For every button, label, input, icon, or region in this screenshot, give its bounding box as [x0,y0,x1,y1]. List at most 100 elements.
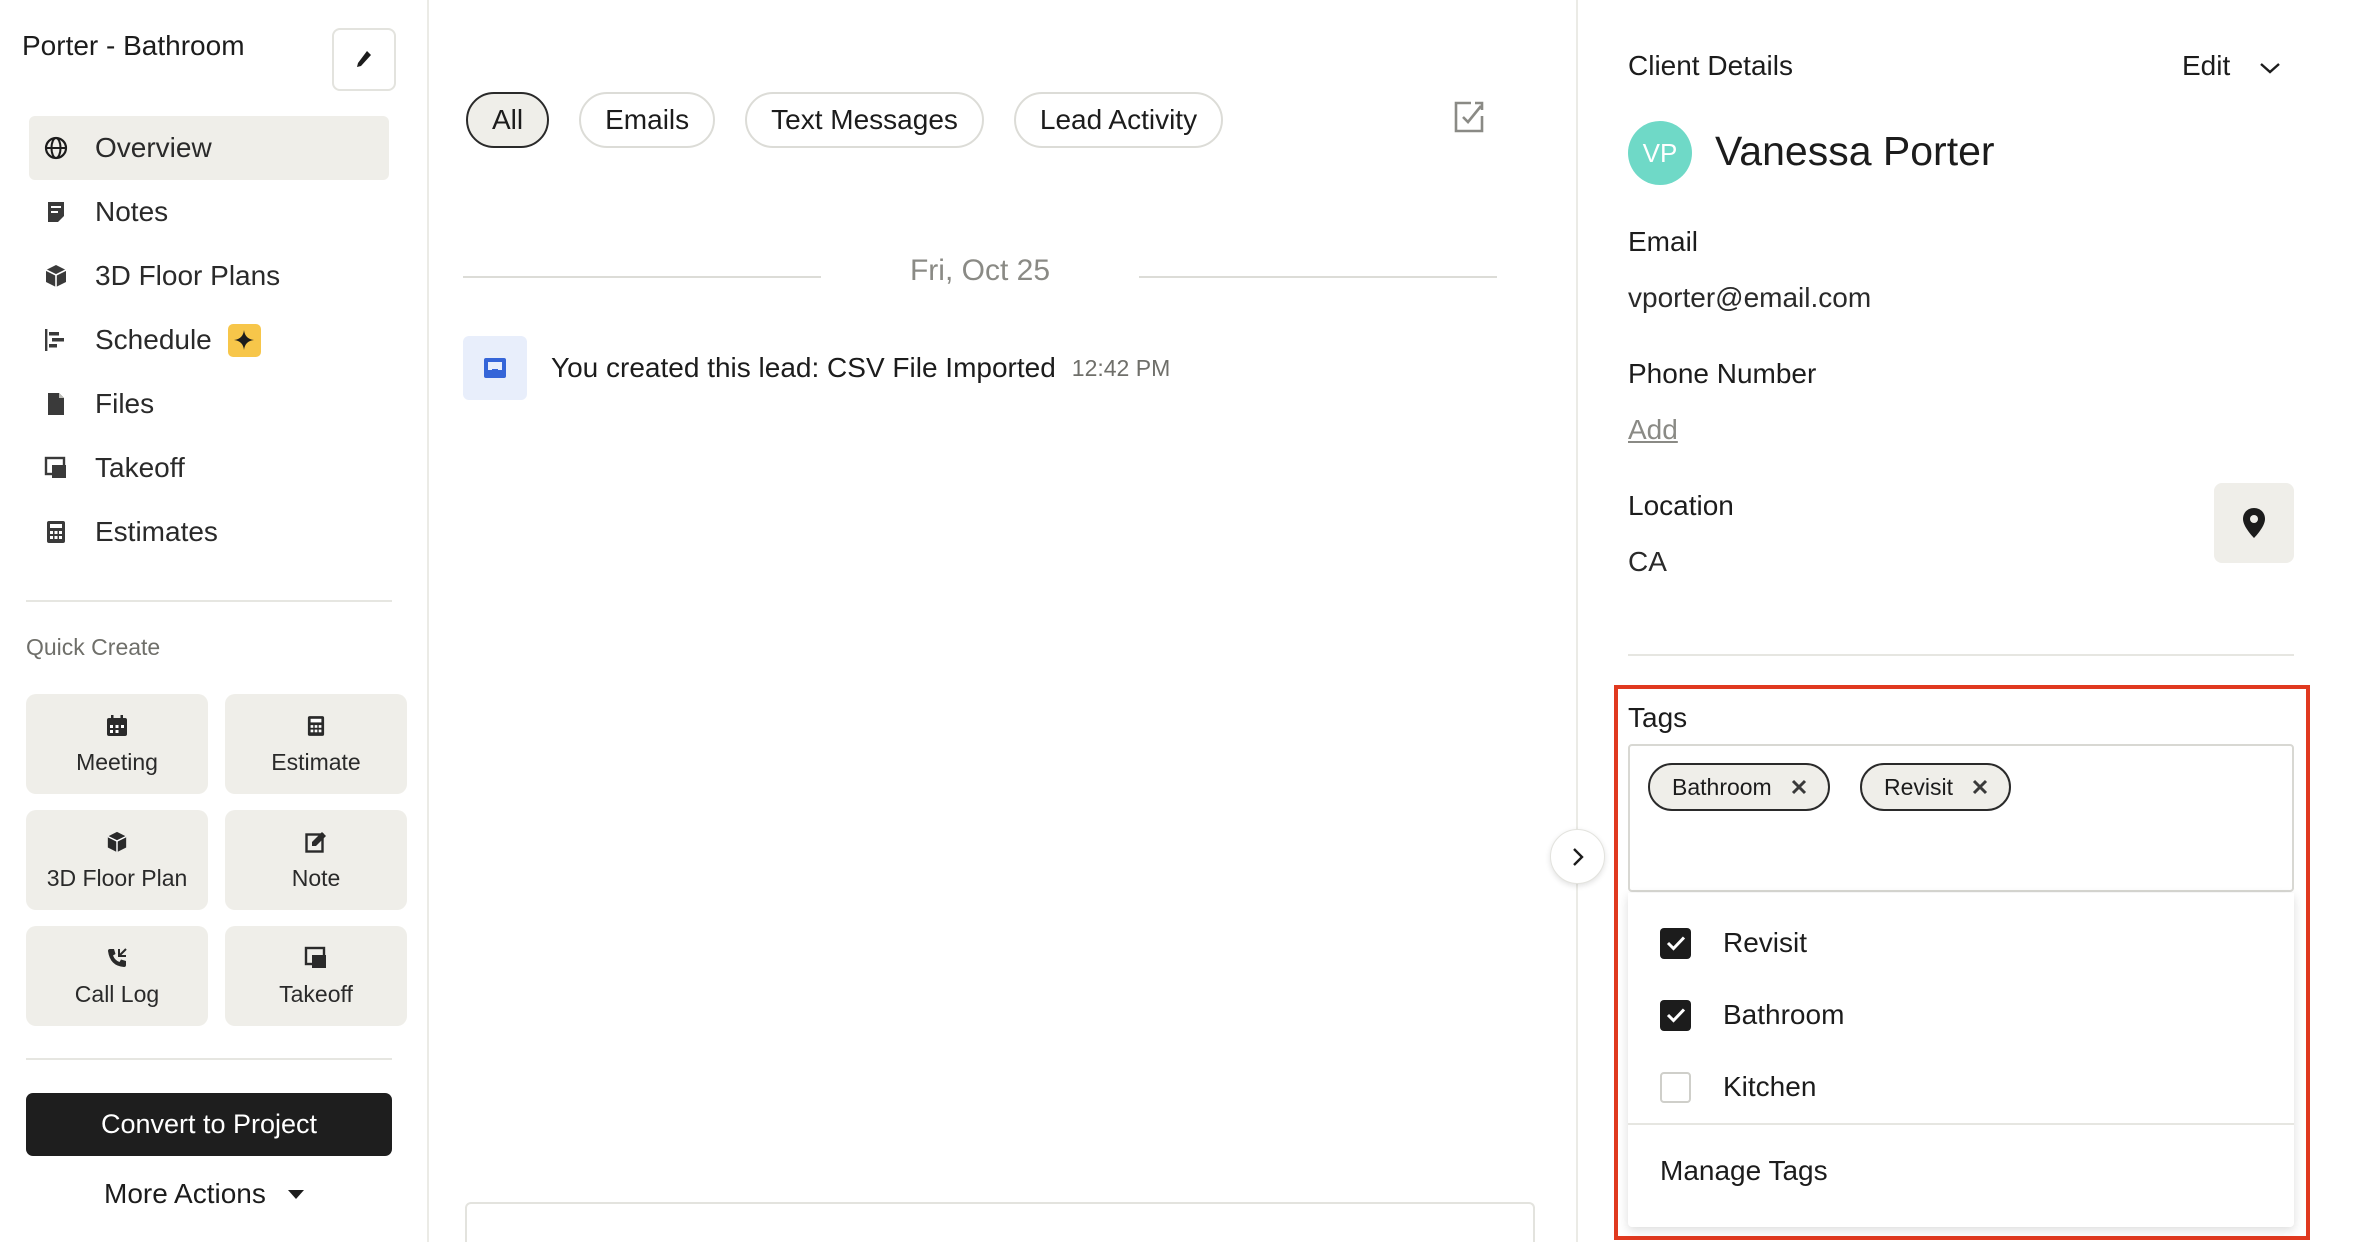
date-separator: Fri, Oct 25 [463,252,1497,292]
location-value: CA [1628,546,1667,577]
tag-chip-label: Bathroom [1672,773,1772,800]
more-actions-label: More Actions [104,1178,266,1209]
checkbox-checked[interactable] [1660,999,1691,1031]
sidebar-item-label: Files [95,388,155,419]
check-icon [1666,936,1685,951]
sidebar-item-label: 3D Floor Plans [95,260,281,291]
sidebar-item-files[interactable]: Files [29,372,389,436]
sidebar-item-label: Takeoff [95,452,185,483]
activity-item: You created this lead: CSV File Imported… [463,336,1170,400]
tag-option-revisit[interactable]: Revisit [1660,927,1807,959]
tags-label: Tags [1628,702,1688,733]
dropdown-divider [1628,1123,2294,1125]
takeoff-icon [304,945,328,971]
quick-create-grid: Meeting Estimate 3D Floor Plan Note Call… [26,694,407,1026]
sidebar-item-label: Overview [95,132,212,163]
phone-icon [106,945,128,971]
calculator-icon [43,519,69,545]
client-details-panel: Client Details Edit VP Vanessa Porter Em… [1576,0,2354,1242]
filter-lead-activity[interactable]: Lead Activity [1013,92,1224,148]
remove-tag-icon[interactable] [1971,778,1989,796]
tag-chip-revisit: Revisit [1860,763,2012,811]
map-pin-icon [2243,508,2265,538]
tag-option-label: Revisit [1723,927,1808,958]
date-label: Fri, Oct 25 [909,254,1051,287]
chevron-down-icon[interactable] [2258,50,2282,82]
edit-note-icon [305,829,327,855]
client-details-title: Client Details [1628,50,1793,81]
tag-option-label: Bathroom [1723,999,1845,1030]
collapse-panel-button[interactable] [1550,829,1605,884]
tag-option-kitchen[interactable]: Kitchen [1660,1071,1816,1103]
sparkle-icon [227,323,261,357]
tags-input[interactable]: Bathroom Revisit [1628,744,2294,892]
email-value[interactable]: vporter@email.com [1628,282,1871,314]
more-actions-dropdown[interactable]: More Actions [104,1178,304,1210]
panel-divider [1628,654,2294,656]
tag-option-bathroom[interactable]: Bathroom [1660,999,1844,1031]
check-icon [1666,1008,1685,1023]
sidebar-item-schedule[interactable]: Schedule [29,308,389,372]
tag-option-label: Kitchen [1723,1071,1817,1102]
sidebar-item-label: Estimates [95,516,218,547]
calendar-icon [106,713,128,739]
convert-to-project-button[interactable]: Convert to Project [26,1093,392,1156]
sidebar-item-overview[interactable]: Overview [29,116,389,180]
filter-tabs: All Emails Text Messages Lead Activity [466,92,1224,148]
pencil-icon [357,50,371,67]
quick-create-label: Call Log [74,980,160,1007]
notes-icon [43,199,69,225]
sidebar-item-3d-floor-plans[interactable]: 3D Floor Plans [29,244,389,308]
tags-dropdown: Revisit Bathroom Kitchen Manage Tags [1628,893,2294,1227]
quick-create-3d-floor-plan-button[interactable]: 3D Floor Plan [26,810,208,910]
quick-create-estimate-button[interactable]: Estimate [225,694,407,794]
avatar: VP [1628,121,1692,185]
globe-icon [43,135,69,161]
quick-create-label: Estimate [271,748,361,775]
add-phone-link[interactable]: Add [1628,414,1678,446]
edit-project-button[interactable] [332,28,396,91]
separator-line [1139,276,1497,278]
checkbox-checked[interactable] [1660,927,1691,959]
sidebar-item-notes[interactable]: Notes [29,180,389,244]
caret-down-icon [287,1189,304,1199]
sidebar-item-takeoff[interactable]: Takeoff [29,436,389,500]
message-composer[interactable] [465,1202,1535,1242]
location-label: Location [1628,490,1734,521]
activity-time: 12:42 PM [1071,354,1171,381]
schedule-icon [43,327,69,353]
checkbox-unchecked[interactable] [1660,1071,1691,1103]
sidebar-item-estimates[interactable]: Estimates [29,500,389,564]
calculator-icon [307,713,325,739]
activity-feed: All Emails Text Messages Lead Activity F… [431,0,1576,1242]
quick-create-meeting-button[interactable]: Meeting [26,694,208,794]
cube-icon [43,263,69,289]
edit-label: Edit [2182,50,2231,81]
edit-client-button[interactable]: Edit [2182,50,2282,82]
quick-create-label: Note [291,864,341,891]
sidebar-divider [26,600,392,602]
sidebar-item-label: Notes [95,196,169,227]
map-pin-button[interactable] [2214,483,2294,563]
quick-create-takeoff-button[interactable]: Takeoff [225,926,407,1026]
sidebar: Porter - Bathroom Overview Notes 3D Floo… [0,0,429,1242]
filter-emails[interactable]: Emails [579,92,716,148]
email-label: Email [1628,226,1699,257]
export-icon[interactable] [1453,100,1485,139]
file-icon [43,391,69,417]
quick-create-note-button[interactable]: Note [225,810,407,910]
filter-all[interactable]: All [466,92,550,148]
remove-tag-icon[interactable] [1790,778,1808,796]
filter-text-messages[interactable]: Text Messages [745,92,984,148]
inbox-icon [463,336,527,400]
manage-tags-button[interactable]: Manage Tags [1660,1155,1828,1187]
tag-chip-bathroom: Bathroom [1648,763,1830,811]
quick-create-label: 3D Floor Plan [46,864,188,891]
phone-label: Phone Number [1628,358,1817,389]
quick-create-call-log-button[interactable]: Call Log [26,926,208,1026]
quick-create-label: Takeoff [279,980,353,1007]
takeoff-icon [43,455,69,481]
sidebar-item-label: Schedule [95,324,212,355]
client-name: Vanessa Porter [1715,128,1995,174]
sidebar-nav: Overview Notes 3D Floor Plans Schedule F… [29,116,389,564]
